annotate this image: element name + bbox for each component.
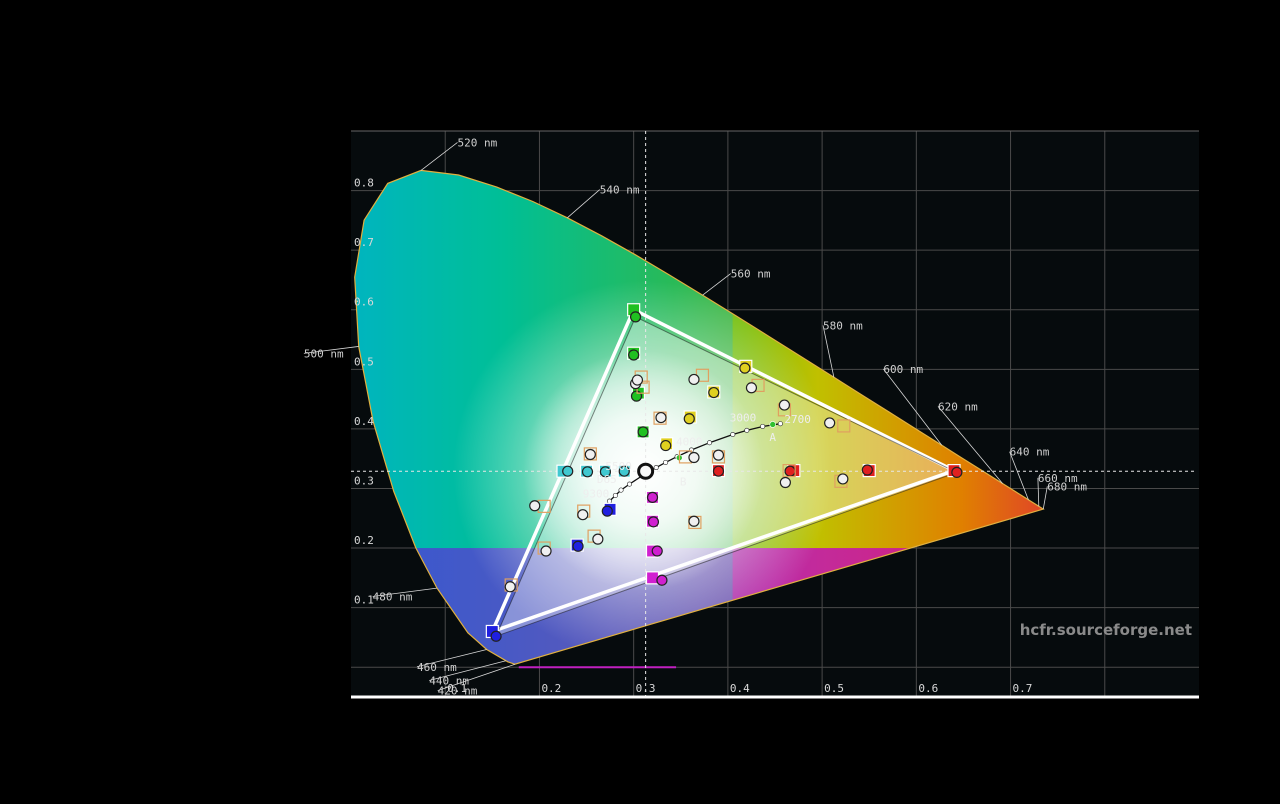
green-measured-marker <box>628 349 640 361</box>
blue-measured-marker <box>572 540 584 552</box>
watermark: hcfr.sourceforge.net <box>1020 621 1192 639</box>
saturation_white-measured-marker <box>655 411 667 424</box>
cct-label: D65 <box>597 473 617 486</box>
illuminant-point <box>769 421 777 428</box>
saturation_white-measured-marker <box>529 500 541 512</box>
wavelength-label: 640 nm <box>1010 446 1050 459</box>
planckian-locus-point <box>777 421 783 427</box>
green-measured-marker <box>637 426 649 438</box>
y-tick-label: 0.2 <box>354 534 374 547</box>
planckian-locus-point <box>627 481 633 487</box>
y-tick-label: 0.6 <box>354 296 374 309</box>
planckian-locus-point <box>707 440 713 446</box>
saturation_white-measured-marker <box>778 399 791 411</box>
x-tick-label: 0.4 <box>730 682 750 695</box>
y-tick-label: 0.7 <box>354 236 374 249</box>
saturation_white-measured-marker <box>688 451 700 464</box>
blue-measured-marker <box>601 505 613 517</box>
wavelength-label: 600 nm <box>883 363 923 376</box>
cyan-measured-marker <box>581 466 594 478</box>
saturation_white-measured-marker <box>688 515 700 527</box>
saturation_white-measured-marker <box>592 533 604 545</box>
cct-label: 4000 <box>676 436 703 449</box>
planckian-locus-point <box>618 487 624 493</box>
red-measured-marker <box>951 466 963 478</box>
red-measured-marker <box>712 465 725 477</box>
y-tick-label: 0.1 <box>354 594 374 607</box>
planckian-locus-point <box>612 492 618 498</box>
red-measured-marker <box>861 464 873 476</box>
cie-chart-svg: 420 nm440 nm460 nm480 nm500 nm520 nm540 … <box>303 130 1199 699</box>
magenta-measured-marker <box>646 491 659 504</box>
saturation_white-measured-marker <box>688 373 700 386</box>
x-tick-label: 0.5 <box>824 682 844 695</box>
cct-label: 9300 <box>583 487 610 500</box>
saturation_white-measured-marker <box>712 449 725 461</box>
planckian-locus-point <box>760 423 766 429</box>
saturation_white-measured-marker <box>779 476 791 489</box>
cct-label: A <box>769 431 776 444</box>
red-measured-marker <box>784 465 796 477</box>
y-tick-label: 0.5 <box>354 355 374 368</box>
magenta-measured-marker <box>651 545 663 557</box>
wavelength-label: 460 nm <box>417 661 457 674</box>
x-tick-label: 0.1 <box>447 682 467 695</box>
cct-label: 3000 <box>730 412 757 425</box>
saturation_white-measured-marker <box>631 374 644 386</box>
saturation_white-measured-marker <box>837 473 849 485</box>
planckian-locus-point <box>744 427 750 433</box>
wavelength-label: 540 nm <box>600 184 640 197</box>
wavelength-label: 580 nm <box>823 319 863 332</box>
magenta-measured-marker <box>647 516 660 528</box>
cct-label: 2700 <box>784 413 811 426</box>
y-tick-label: 0.8 <box>354 177 374 190</box>
planckian-locus-point <box>730 431 736 437</box>
planckian-locus-point <box>663 459 669 465</box>
wavelength-label: 500 nm <box>304 347 344 360</box>
wavelength-label: 480 nm <box>373 590 413 603</box>
x-tick-label: 0.3 <box>636 682 656 695</box>
cyan-measured-marker <box>562 465 574 477</box>
cie-chromaticity-chart: 420 nm 440 nm 460 nm 480 nm 500 nm 520 nm 540 … <box>0 0 1280 800</box>
wavelength-label: 520 nm <box>457 136 497 149</box>
saturation_white-measured-marker <box>584 448 596 461</box>
wavelength-label: 680 nm <box>1047 480 1087 493</box>
yellow-measured-marker <box>660 439 672 452</box>
x-tick-label: 0.2 <box>541 682 561 695</box>
yellow-measured-marker <box>739 362 751 374</box>
magenta-measured-marker <box>656 574 668 586</box>
blue-measured-marker <box>490 630 502 642</box>
cct-label: 5500 <box>605 460 632 473</box>
planckian-locus-point <box>653 465 659 471</box>
y-tick-label: 0.3 <box>354 474 374 487</box>
saturation_white-measured-marker <box>540 545 552 557</box>
white-point-marker <box>637 462 655 480</box>
yellow-measured-marker <box>683 413 695 425</box>
yellow-measured-marker <box>708 386 720 399</box>
wavelength-label: 560 nm <box>731 268 771 281</box>
wavelength-label: 620 nm <box>938 400 978 413</box>
cct-label: B <box>680 475 687 488</box>
saturation_white-measured-marker <box>745 382 758 394</box>
green-measured-marker <box>629 311 642 323</box>
saturation_white-measured-marker <box>824 417 836 429</box>
saturation_white-measured-marker <box>577 509 589 521</box>
x-tick-label: 0.7 <box>1013 682 1033 695</box>
y-tick-label: 0.4 <box>354 415 374 428</box>
saturation_white-measured-marker <box>504 581 516 593</box>
x-tick-label: 0.6 <box>918 682 938 695</box>
